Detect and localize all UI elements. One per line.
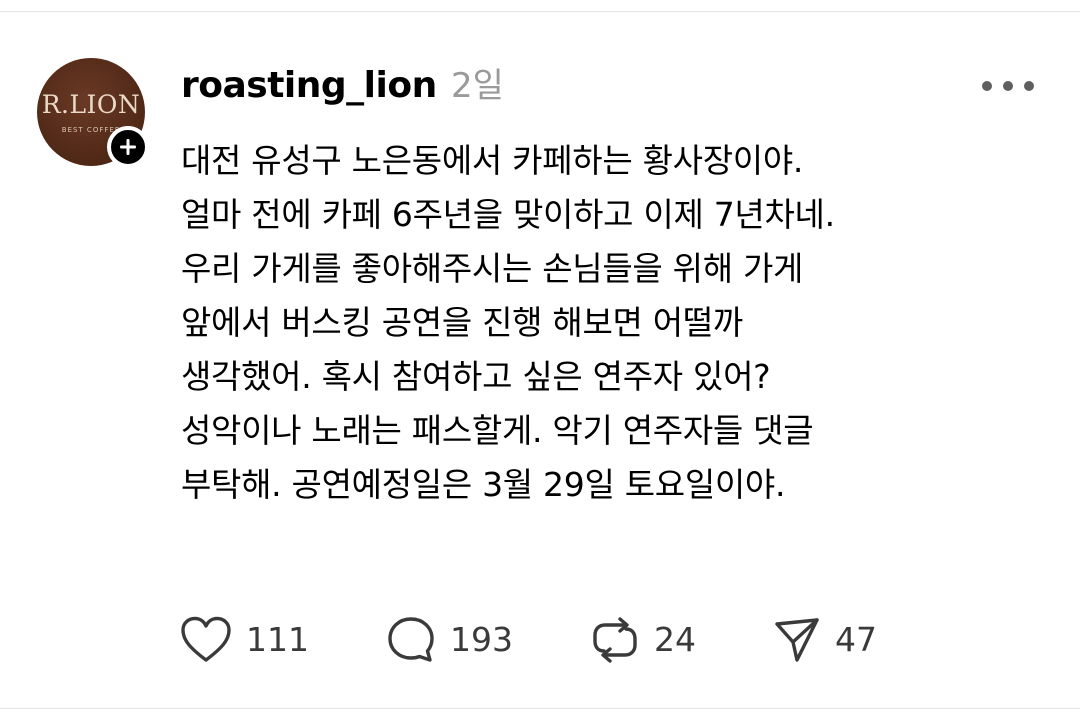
like-count: 111: [246, 620, 309, 659]
more-dot-icon: [1003, 81, 1013, 91]
post-body: 대전 유성구 노은동에서 카페하는 황사장이야. 얼마 전에 카페 6주년을 맞…: [181, 134, 1041, 512]
share-button[interactable]: 47: [773, 612, 877, 668]
repost-button[interactable]: 24: [590, 612, 696, 668]
comment-icon: [388, 617, 434, 662]
post-text-line: 부탁해. 공연예정일은 3월 29일 토요일이야.: [181, 465, 786, 504]
more-options-button[interactable]: [982, 72, 1034, 100]
send-icon: [775, 618, 819, 662]
like-button[interactable]: 111: [180, 612, 309, 668]
comment-button[interactable]: 193: [386, 612, 513, 668]
top-divider: [0, 11, 1080, 12]
post-timestamp: 2일: [451, 66, 504, 106]
share-count: 47: [835, 620, 877, 659]
profile-avatar[interactable]: R.LION BEST COFFEE: [37, 58, 149, 168]
post-text-line: 앞에서 버스킹 공연을 진행 해보면 어떨까: [181, 303, 743, 342]
username[interactable]: roasting_lion: [181, 64, 437, 108]
repost-count: 24: [654, 620, 696, 659]
avatar-logo-text: R.LION: [41, 90, 141, 119]
post-text-line: 우리 가게를 좋아해주시는 손님들을 위해 가게: [181, 249, 804, 288]
bottom-divider: [0, 708, 1080, 709]
post-text-line: 대전 유성구 노은동에서 카페하는 황사장이야.: [181, 141, 804, 180]
comment-count: 193: [450, 620, 513, 659]
more-dot-icon: [1024, 81, 1034, 91]
heart-icon: [181, 616, 231, 662]
more-dot-icon: [982, 81, 992, 91]
plus-icon: [120, 139, 136, 155]
post-actions-bar: 111 193 24 47: [180, 612, 940, 668]
follow-button[interactable]: [107, 126, 149, 168]
repost-icon: [593, 617, 637, 663]
post-text-line: 생각했어. 혹시 참여하고 싶은 연주자 있어?: [181, 357, 771, 396]
post-text-line: 성악이나 노래는 패스할게. 악기 연주자들 댓글: [181, 411, 814, 450]
post-text-line: 얼마 전에 카페 6주년을 맞이하고 이제 7년차네.: [181, 195, 835, 234]
